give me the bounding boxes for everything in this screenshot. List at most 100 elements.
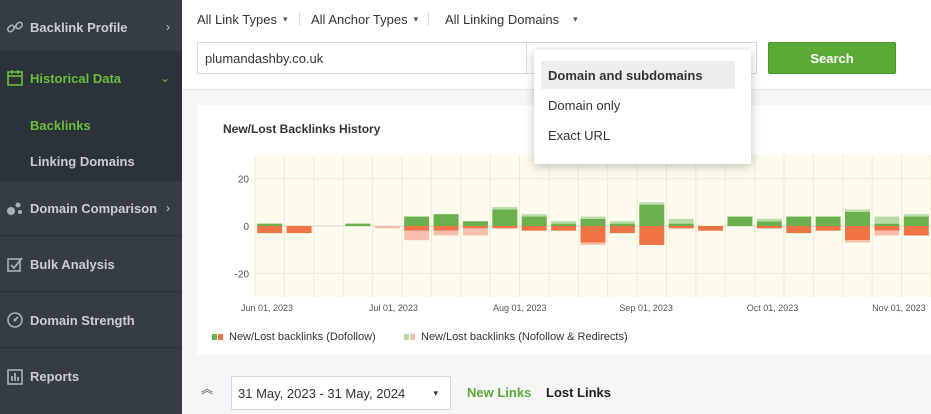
gauge-icon xyxy=(6,311,24,329)
comparison-icon xyxy=(6,199,24,217)
y-tick-label: -20 xyxy=(235,269,250,280)
scope-option-exact-url[interactable]: Exact URL xyxy=(541,121,735,149)
sidebar: Backlink Profile › Historical Data ⌄ Bac… xyxy=(0,0,182,414)
bar-lost-nofollow xyxy=(462,228,488,236)
bottom-bar: ︽ 31 May, 2023 - 31 May, 2024 ▾ New Link… xyxy=(182,365,931,414)
bar-new-dofollow xyxy=(580,218,606,226)
bar-new-nofollow xyxy=(580,216,606,219)
legend-swatch xyxy=(212,334,223,340)
bar-lost-dofollow xyxy=(551,226,577,231)
scope-dropdown-menu: Domain and subdomains Domain only Exact … xyxy=(534,50,751,164)
link-icon xyxy=(6,18,24,36)
chart-title: New/Lost Backlinks History xyxy=(223,122,381,136)
bar-new-dofollow xyxy=(257,223,283,226)
bar-lost-dofollow xyxy=(286,226,312,234)
legend-label: New/Lost backlinks (Nofollow & Redirects… xyxy=(421,331,628,343)
bar-lost-dofollow xyxy=(492,226,518,229)
sidebar-item-label: Backlink Profile xyxy=(30,19,128,35)
bar-new-nofollow xyxy=(668,218,694,224)
x-tick-label: Jul 01, 2023 xyxy=(369,303,418,313)
x-tick-label: Sep 01, 2023 xyxy=(619,303,673,313)
sidebar-item-domain-strength[interactable]: Domain Strength xyxy=(0,293,182,348)
chevron-down-icon: ▾ xyxy=(282,14,288,24)
scope-option-domain-only[interactable]: Domain only xyxy=(541,91,735,119)
bar-new-dofollow xyxy=(462,221,488,226)
linking-domains-label: All Linking Domains xyxy=(445,12,560,27)
sidebar-item-backlink-profile[interactable]: Backlink Profile › xyxy=(0,0,182,55)
date-range-select[interactable]: 31 May, 2023 - 31 May, 2024 ▾ xyxy=(231,376,451,410)
bar-new-dofollow xyxy=(345,223,371,226)
bar-lost-dofollow xyxy=(874,226,900,231)
sidebar-item-historical-data[interactable]: Historical Data ⌄ xyxy=(0,51,182,106)
sidebar-item-label: Historical Data xyxy=(30,70,122,86)
bar-new-dofollow xyxy=(609,223,635,226)
collapse-icon[interactable]: ︽ xyxy=(201,383,213,395)
bar-lost-dofollow xyxy=(698,226,724,231)
bar-new-nofollow xyxy=(609,221,635,224)
link-types-label: All Link Types xyxy=(197,12,277,27)
bar-new-dofollow xyxy=(903,216,929,226)
legend-label: New/Lost backlinks (Dofollow) xyxy=(229,331,376,343)
bar-new-dofollow xyxy=(668,223,694,226)
bar-lost-dofollow xyxy=(404,226,430,231)
sidebar-subitem-backlinks[interactable]: Backlinks xyxy=(30,118,91,133)
linking-domains-filter[interactable]: All Linking Domains ▾ xyxy=(445,12,578,27)
main-content: All Link Types ▾ All Anchor Types ▾ All … xyxy=(182,0,931,414)
bar-lost-dofollow xyxy=(580,226,606,243)
checklist-icon xyxy=(6,255,24,273)
link-types-filter[interactable]: All Link Types ▾ xyxy=(197,12,288,27)
x-tick-label: Jun 01, 2023 xyxy=(241,303,293,313)
calendar-icon xyxy=(6,69,24,87)
tab-new-links[interactable]: New Links xyxy=(467,385,531,400)
bar-lost-dofollow xyxy=(668,226,694,229)
bar-new-nofollow xyxy=(521,214,547,217)
bar-new-nofollow xyxy=(639,202,665,205)
chevron-down-icon: ▾ xyxy=(413,14,419,24)
report-icon xyxy=(6,368,24,386)
bar-lost-dofollow xyxy=(845,226,871,241)
legend-nofollow: New/Lost backlinks (Nofollow & Redirects… xyxy=(404,331,628,343)
bar-lost-dofollow xyxy=(903,226,929,236)
anchor-types-label: All Anchor Types xyxy=(311,12,408,27)
sidebar-item-bulk-analysis[interactable]: Bulk Analysis xyxy=(0,237,182,292)
bar-new-dofollow xyxy=(551,223,577,226)
bar-lost-dofollow xyxy=(433,226,459,231)
sidebar-subitem-linking-domains[interactable]: Linking Domains xyxy=(30,154,135,169)
bar-new-nofollow xyxy=(845,209,871,212)
bar-new-dofollow xyxy=(639,204,665,226)
anchor-types-filter[interactable]: All Anchor Types ▾ xyxy=(311,12,418,27)
bar-lost-nofollow xyxy=(374,226,400,229)
bar-lost-nofollow xyxy=(433,230,459,236)
bar-lost-nofollow xyxy=(580,242,606,245)
x-tick-label: Oct 01, 2023 xyxy=(747,303,799,313)
bar-new-nofollow xyxy=(903,214,929,217)
x-tick-label: Nov 01, 2023 xyxy=(872,303,926,313)
sidebar-item-reports[interactable]: Reports xyxy=(0,349,182,404)
chevron-down-icon: ▾ xyxy=(433,387,438,398)
legend-dofollow: New/Lost backlinks (Dofollow) xyxy=(212,331,376,343)
bar-new-nofollow xyxy=(551,221,577,224)
chevron-right-icon: › xyxy=(166,201,170,215)
bar-lost-nofollow xyxy=(845,240,871,243)
scope-option-domain-and-subdomains[interactable]: Domain and subdomains xyxy=(541,61,735,89)
bar-new-dofollow xyxy=(815,216,841,226)
bar-lost-dofollow xyxy=(756,226,782,229)
chevron-down-icon: ▾ xyxy=(573,14,578,24)
bar-new-nofollow xyxy=(874,216,900,224)
bar-new-dofollow xyxy=(492,209,518,226)
bar-new-dofollow xyxy=(874,223,900,226)
sidebar-item-label: Domain Strength xyxy=(30,312,135,328)
bar-new-dofollow xyxy=(756,221,782,226)
divider xyxy=(299,12,300,26)
date-range-value: 31 May, 2023 - 31 May, 2024 xyxy=(238,385,406,401)
bar-lost-nofollow xyxy=(874,230,900,236)
bar-lost-dofollow xyxy=(462,226,488,229)
bar-new-dofollow xyxy=(727,216,753,226)
tab-lost-links[interactable]: Lost Links xyxy=(546,385,611,400)
sidebar-item-domain-comparison[interactable]: Domain Comparison › xyxy=(0,181,182,236)
divider xyxy=(428,12,429,26)
domain-input[interactable] xyxy=(197,42,527,74)
search-button[interactable]: Search xyxy=(768,42,896,74)
bar-new-nofollow xyxy=(756,218,782,222)
bar-lost-dofollow xyxy=(257,226,283,234)
